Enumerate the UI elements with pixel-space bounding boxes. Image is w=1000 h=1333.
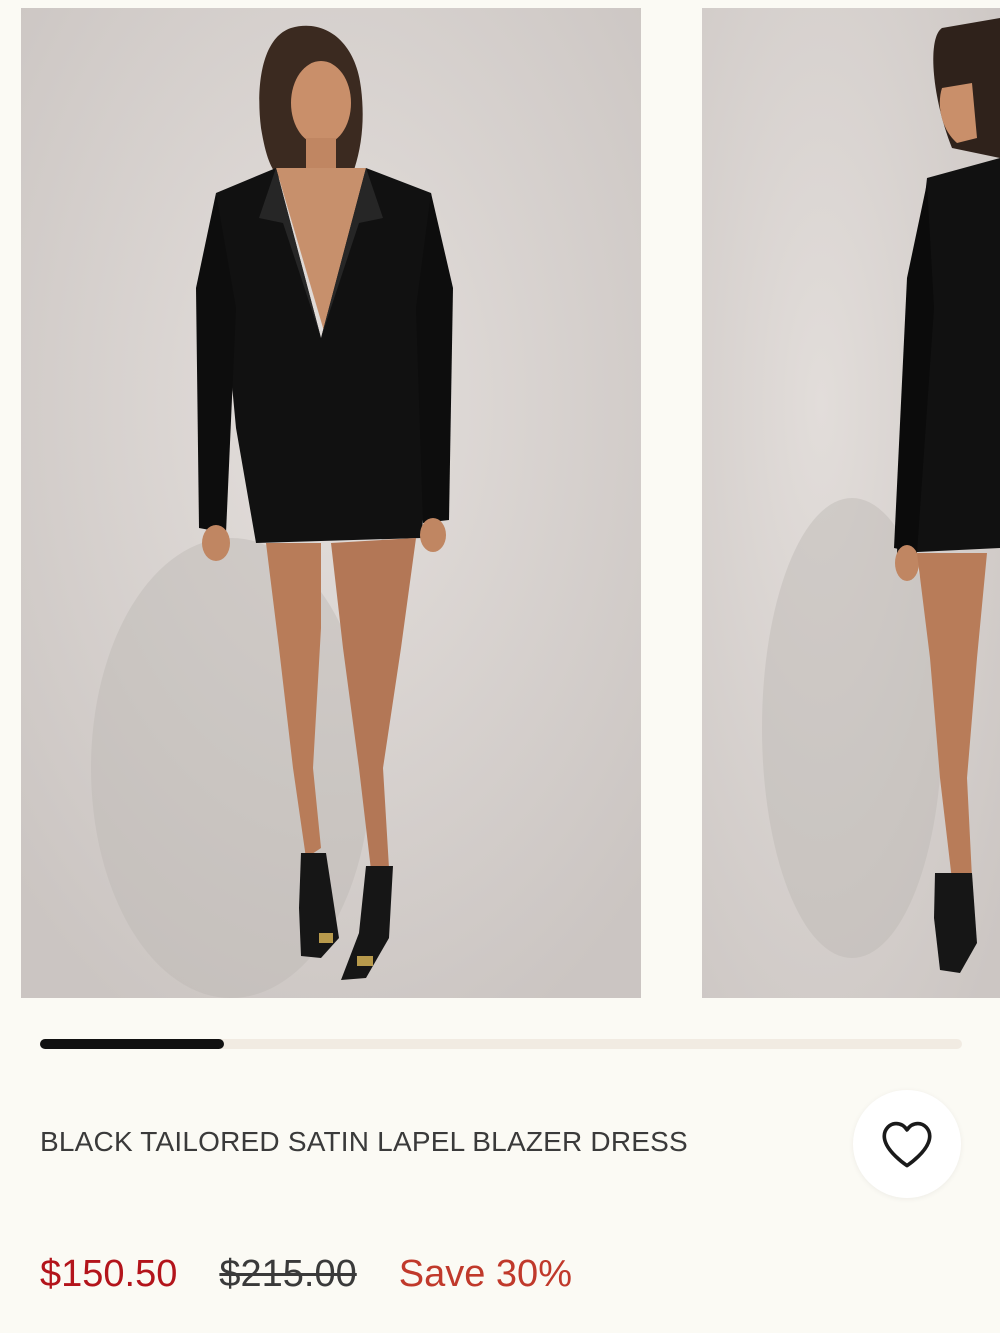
heart-icon bbox=[882, 1121, 932, 1168]
savings-label: Save 30% bbox=[398, 1252, 572, 1295]
gallery-progress-fill bbox=[40, 1039, 224, 1049]
model-front-illustration bbox=[21, 8, 641, 998]
original-price: $215.00 bbox=[219, 1252, 357, 1295]
product-image-front[interactable] bbox=[21, 8, 641, 998]
price-row: $150.50 $215.00 Save 30% bbox=[40, 1252, 572, 1296]
sale-price: $150.50 bbox=[40, 1252, 178, 1295]
product-title: BLACK TAILORED SATIN LAPEL BLAZER DRESS bbox=[40, 1126, 688, 1157]
model-side-illustration bbox=[702, 8, 1000, 998]
product-image-gallery[interactable] bbox=[0, 0, 1000, 1000]
wishlist-button[interactable] bbox=[853, 1090, 961, 1198]
gallery-progress-track[interactable] bbox=[40, 1039, 962, 1049]
product-image-side[interactable] bbox=[702, 8, 1000, 998]
